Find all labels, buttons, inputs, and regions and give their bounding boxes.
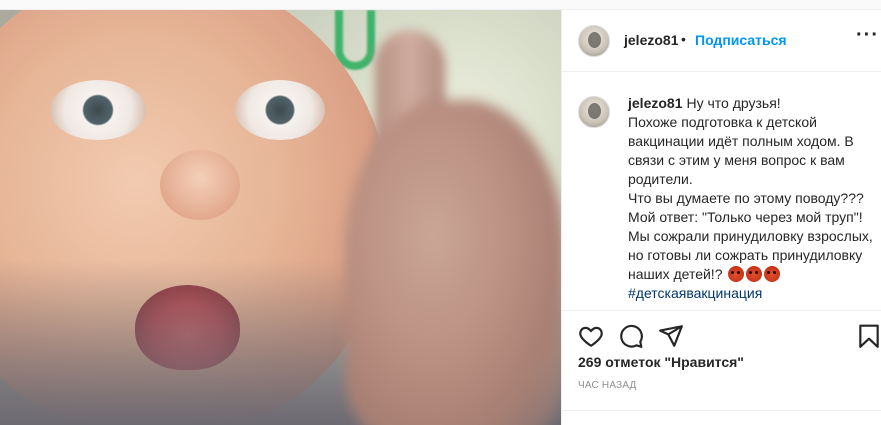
avatar[interactable] <box>578 25 610 57</box>
post-header: jelezo81 • Подписаться ··· <box>562 10 881 72</box>
likes-count[interactable]: 269 отметок "Нравится" <box>578 354 744 370</box>
paper-plane-icon[interactable] <box>658 323 684 349</box>
caption-line-2: Похоже подготовка к детской вакцинации и… <box>628 114 854 187</box>
post-photo[interactable] <box>0 10 561 425</box>
photo-right-eye <box>235 80 325 140</box>
photo-nose <box>160 150 240 220</box>
separator-dot: • <box>681 31 686 47</box>
caption-line-3: Что вы думаете по этому поводу??? <box>628 190 864 206</box>
follow-button[interactable]: Подписаться <box>695 32 787 48</box>
caption-line-4: Мой ответ: "Только через мой труп"! <box>628 209 863 225</box>
post-timestamp[interactable]: час назад <box>578 380 637 391</box>
action-bar <box>562 310 881 350</box>
heart-icon[interactable] <box>578 323 604 349</box>
bookmark-icon[interactable] <box>856 323 881 349</box>
comment-bar <box>562 410 881 425</box>
header-username-link[interactable]: jelezo81 <box>624 32 678 48</box>
caption-text: jelezo81 Ну что друзья! Похоже подготовка… <box>628 94 874 303</box>
post-side-panel: jelezo81 • Подписаться ··· jelezo81 Ну чт… <box>561 10 881 425</box>
comment-icon[interactable] <box>618 323 644 349</box>
angry-face-emoji-icon <box>746 266 763 282</box>
angry-face-emoji-icon <box>764 266 781 282</box>
photo-hand <box>345 100 561 425</box>
angry-face-emoji-icon <box>728 266 745 282</box>
photo-toy-shape <box>335 10 375 70</box>
photo-left-eye <box>50 80 146 140</box>
hashtag-link[interactable]: #детскаявакцинация <box>628 285 762 301</box>
caption-line-1: Ну что друзья! <box>686 95 781 111</box>
caption-username-link[interactable]: jelezo81 <box>628 95 682 111</box>
more-options-icon[interactable]: ··· <box>856 24 879 47</box>
caption-section: jelezo81 Ну что друзья! Похоже подготовка… <box>562 72 881 312</box>
caption-avatar[interactable] <box>578 96 610 128</box>
browser-top-strip <box>0 0 881 10</box>
